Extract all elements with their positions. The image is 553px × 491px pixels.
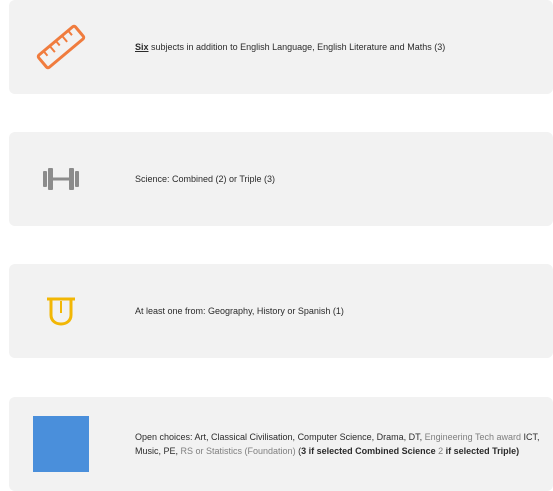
blue-square-icon <box>29 412 93 476</box>
science-text: Science: Combined (2) or Triple (3) <box>135 174 276 184</box>
six-subjects-text: subjects in addition to English Language… <box>148 42 446 52</box>
card-text: Science: Combined (2) or Triple (3) <box>135 132 551 226</box>
card-text: Six subjects in addition to English Lang… <box>135 0 551 94</box>
open-choices-text: Open choices: Art, Classical Civilisatio… <box>135 432 540 456</box>
card-text: At least one from: Geography, History or… <box>135 264 551 358</box>
tongue-icon <box>29 279 93 343</box>
humanities-text: At least one from: Geography, History or… <box>135 306 344 316</box>
card-humanities: At least one from: Geography, History or… <box>9 264 553 358</box>
card-six-subjects: Six subjects in addition to English Lang… <box>9 0 553 94</box>
ruler-icon <box>29 15 93 79</box>
card-open-choices: Open choices: Art, Classical Civilisatio… <box>9 397 553 491</box>
six-emphasis: Six <box>135 42 149 52</box>
card-science: Science: Combined (2) or Triple (3) <box>9 132 553 226</box>
dumbbell-icon <box>29 147 93 211</box>
card-text: Open choices: Art, Classical Civilisatio… <box>135 397 551 491</box>
